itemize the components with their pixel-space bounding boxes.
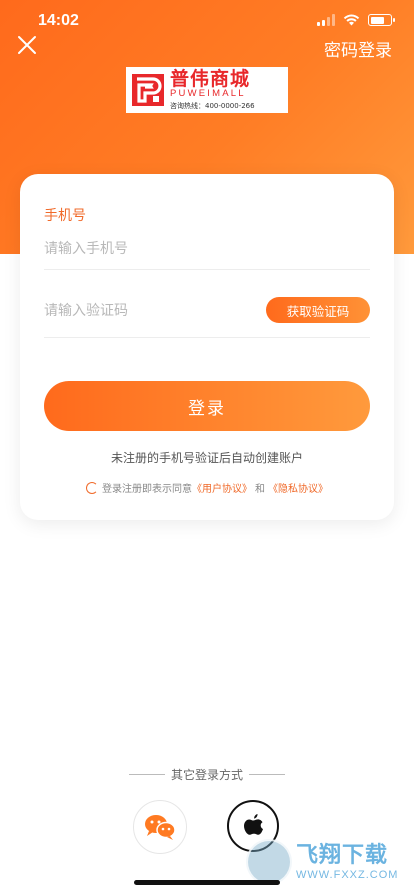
status-time: 14:02: [38, 12, 79, 29]
home-indicator: [134, 880, 280, 885]
battery-icon: [368, 14, 395, 26]
logo-text: 普伟商城 PUWEIMALL 咨询热线：400-0000-266: [170, 69, 255, 111]
wechat-login-button[interactable]: [133, 800, 187, 854]
code-input[interactable]: [44, 292, 244, 330]
auto-register-note: 未注册的手机号验证后自动创建账户: [110, 451, 303, 465]
close-button[interactable]: [16, 34, 38, 56]
login-button[interactable]: 登录: [44, 381, 370, 431]
other-login-divider: 其它登录方式: [0, 766, 414, 783]
status-icons: [317, 14, 395, 26]
watermark-domain: WWW.FXXZ.COM: [296, 869, 399, 881]
divider-line: [249, 774, 285, 775]
watermark-logo-icon: [246, 839, 292, 885]
watermark-name: 飞翔下载: [296, 843, 389, 868]
other-login-label: 其它登录方式: [170, 768, 243, 782]
code-field: 获取验证码: [44, 292, 370, 338]
phone-field: [44, 230, 370, 270]
agreement-checkbox[interactable]: [86, 481, 98, 494]
brand-logo: 普伟商城 PUWEIMALL 咨询热线：400-0000-266: [126, 67, 288, 113]
logo-name-en: PUWEIMALL: [170, 88, 246, 99]
password-login-link[interactable]: 密码登录: [324, 36, 392, 61]
divider-line: [128, 774, 165, 775]
user-agreement-link[interactable]: 《用户协议》: [192, 480, 252, 495]
login-card: 手机号 获取验证码 登录 未注册的手机号验证后自动创建账户 登录注册即表示同意 …: [20, 174, 394, 520]
watermark-text: 飞翔下载 WWW.FXXZ.COM: [296, 843, 398, 881]
privacy-agreement-link[interactable]: 《隐私协议》: [268, 480, 328, 495]
phone-label: 手机号: [44, 208, 86, 224]
signal-icon: [317, 14, 335, 26]
puwei-logo-icon: [132, 74, 164, 106]
wechat-icon: [145, 815, 176, 840]
agreement-and: 和: [255, 484, 265, 495]
logo-hotline: 咨询热线：400-0000-266: [170, 102, 255, 110]
agreement-row: 登录注册即表示同意 《用户协议》 和 《隐私协议》: [20, 480, 394, 495]
logo-name-cn: 普伟商城: [170, 68, 251, 90]
phone-input[interactable]: [44, 230, 244, 268]
get-code-button[interactable]: 获取验证码: [266, 297, 370, 323]
close-icon: [18, 36, 36, 54]
agreement-prefix: 登录注册即表示同意: [102, 484, 192, 495]
wifi-icon: [343, 14, 360, 26]
